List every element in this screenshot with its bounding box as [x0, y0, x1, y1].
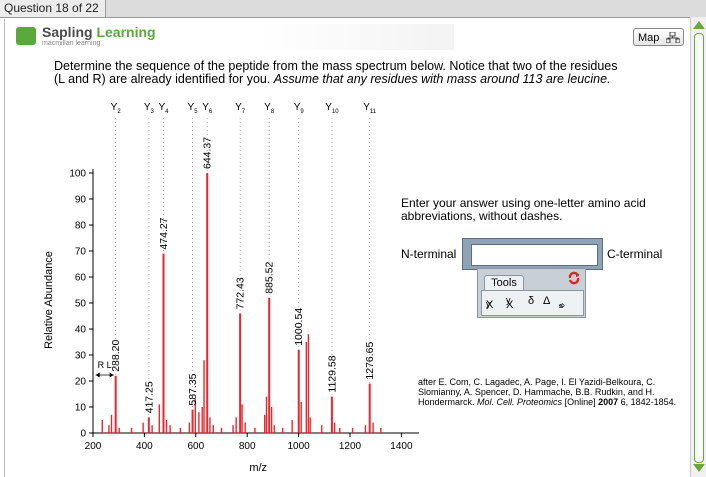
c-terminal-label: C-terminal — [607, 247, 663, 261]
y-tick-label: 100 — [69, 169, 86, 180]
x-tick-label: 1200 — [339, 441, 362, 452]
tools-panel: Tools Xy Xy δ Δ ≤ ∞ — [477, 268, 586, 318]
peak-mz-label: 417.25 — [143, 381, 155, 413]
y-ion-label: Y3 — [144, 102, 155, 115]
symbols-inf: ∞ — [559, 301, 565, 310]
y-tick-label: 80 — [75, 221, 87, 232]
tools-tab[interactable]: Tools — [484, 275, 524, 291]
y-tick-label: 40 — [75, 325, 87, 336]
peak-mz-label: 772.43 — [235, 277, 247, 309]
y-tick-label: 20 — [75, 377, 87, 388]
y-tick-label: 10 — [75, 403, 87, 414]
peak-mz-label: 1000.54 — [293, 308, 305, 346]
scroll-down-arrow-icon[interactable] — [693, 464, 705, 472]
y-tick-label: 90 — [75, 195, 87, 206]
citation-journal: Mol. Cell. Proteomics — [477, 397, 563, 407]
peak-mz-label: 474.27 — [158, 217, 170, 249]
superscript-tool-button[interactable]: Xy — [506, 295, 514, 311]
x-tick-label: 400 — [136, 441, 153, 452]
annotation-arrowhead-right — [109, 372, 114, 378]
y-tick-label: 70 — [75, 247, 87, 258]
subscript-tool-button[interactable]: Xy — [486, 295, 494, 311]
y-ion-label: Y6 — [202, 102, 213, 115]
tools-row: Xy Xy δ Δ ≤ ∞ — [481, 290, 584, 316]
subscript-base: X — [486, 299, 494, 311]
y-tick-label: 60 — [75, 273, 87, 284]
x-tick-label: 1400 — [390, 441, 413, 452]
delta-upper-button[interactable]: Δ — [543, 295, 550, 307]
y-ion-label: Y7 — [235, 102, 246, 115]
citation-year: 2007 — [598, 397, 619, 407]
y-ion-label: Y9 — [294, 102, 305, 115]
y-ion-label: Y2 — [111, 102, 122, 115]
x-tick-label: 1000 — [287, 441, 310, 452]
y-tick-label: 0 — [80, 429, 86, 440]
citation-volume: 6, 1842-1854. — [618, 397, 677, 407]
peak-mz-label: 1276.65 — [364, 341, 376, 379]
y-tick-label: 50 — [75, 299, 87, 310]
y-axis-label: Relative Abundance — [43, 251, 55, 349]
y-ion-label: Y10 — [325, 102, 339, 115]
refresh-icon[interactable] — [567, 271, 581, 285]
y-ion-label: Y8 — [264, 102, 275, 115]
peak-mz-label: 288.20 — [110, 340, 122, 372]
vertical-scrollbar[interactable] — [690, 17, 706, 477]
x-tick-label: 800 — [239, 441, 256, 452]
x-tick-label: 600 — [187, 441, 204, 452]
x-axis-label: m/z — [249, 462, 267, 474]
scroll-thumb[interactable] — [694, 33, 704, 463]
annotation-r: R — [98, 360, 105, 370]
y-ion-label: Y11 — [363, 102, 377, 115]
answer-box — [462, 238, 603, 270]
citation: after E. Com, C. Lagadec, A. Page, I. El… — [418, 377, 688, 407]
scroll-up-arrow-icon[interactable] — [693, 21, 705, 29]
delta-lower-button[interactable]: δ — [528, 295, 534, 307]
sequence-answer-input[interactable] — [471, 244, 598, 266]
peak-mz-label: 885.52 — [264, 262, 276, 294]
y-tick-label: 30 — [75, 351, 87, 362]
peak-mz-label: 587.35 — [187, 373, 199, 405]
peak-mz-label: 644.37 — [202, 137, 214, 169]
superscript-base: X — [506, 299, 514, 311]
annotation-arrowhead-left — [95, 372, 100, 378]
answer-instructions: Enter your answer using one-letter amino… — [401, 196, 646, 223]
annotation-l: L — [107, 360, 112, 370]
y-ion-label: Y4 — [158, 102, 169, 115]
n-terminal-label: N-terminal — [401, 247, 457, 261]
x-tick-label: 200 — [85, 441, 102, 452]
y-ion-label: Y5 — [188, 102, 199, 115]
peak-mz-label: 1129.58 — [326, 355, 338, 392]
citation-online: [Online] — [562, 397, 599, 407]
